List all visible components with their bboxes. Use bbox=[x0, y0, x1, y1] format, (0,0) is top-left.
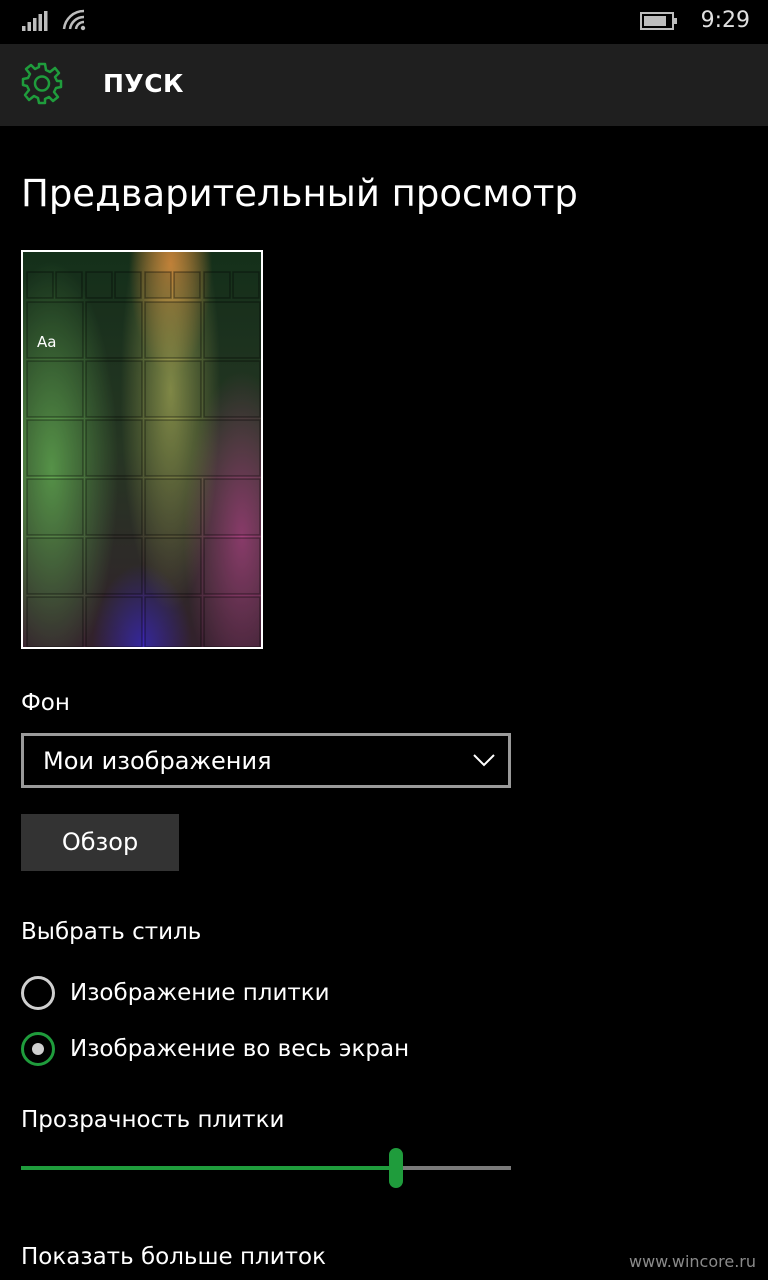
slider-fill bbox=[21, 1166, 396, 1170]
radio-label: Изображение плитки bbox=[70, 980, 330, 1006]
style-label: Выбрать стиль bbox=[21, 919, 202, 945]
background-dropdown-value: Мои изображения bbox=[43, 747, 272, 775]
radio-selected-dot bbox=[32, 1043, 44, 1055]
preview-heading: Предварительный просмотр bbox=[21, 172, 578, 215]
header: ПУСК bbox=[0, 44, 768, 126]
radio-fullscreen-image[interactable]: Изображение во весь экран bbox=[21, 1032, 521, 1068]
battery-icon bbox=[640, 12, 677, 30]
signal-icon bbox=[22, 11, 48, 31]
page-title: ПУСК bbox=[103, 69, 184, 98]
browse-button[interactable]: Обзор bbox=[21, 814, 179, 871]
clock: 9:29 bbox=[700, 8, 750, 33]
watermark: www.wincore.ru bbox=[628, 1252, 756, 1271]
gear-icon bbox=[21, 62, 63, 105]
slider-thumb[interactable] bbox=[389, 1148, 403, 1188]
transparency-slider[interactable] bbox=[21, 1146, 511, 1190]
preview-sample-text: Aa bbox=[37, 333, 57, 351]
more-tiles-label: Показать больше плиток bbox=[21, 1244, 327, 1270]
start-screen-preview: Aa bbox=[21, 250, 263, 649]
background-dropdown[interactable]: Мои изображения bbox=[21, 733, 511, 788]
transparency-label: Прозрачность плитки bbox=[21, 1107, 285, 1133]
radio-button[interactable] bbox=[21, 976, 55, 1010]
wifi-icon bbox=[62, 9, 86, 31]
background-label: Фон bbox=[21, 690, 70, 716]
chevron-down-icon bbox=[473, 754, 495, 767]
radio-tile-image[interactable]: Изображение плитки bbox=[21, 976, 521, 1012]
preview-tiles bbox=[26, 271, 261, 647]
radio-button-checked[interactable] bbox=[21, 1032, 55, 1066]
status-bar: 9:29 bbox=[0, 0, 768, 44]
radio-label: Изображение во весь экран bbox=[70, 1036, 410, 1062]
